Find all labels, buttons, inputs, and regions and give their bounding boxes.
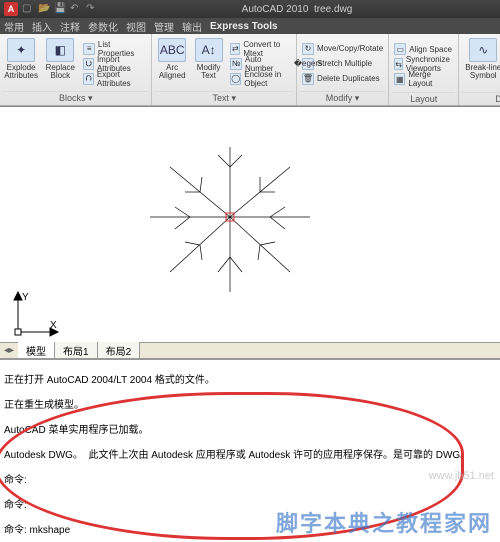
menu-item[interactable]: 视图 xyxy=(126,19,146,34)
export-icon: ⮉ xyxy=(83,73,93,85)
ribbon-panel-layout: ▭Align Space ⇆Synchronize Viewports ▦Mer… xyxy=(389,34,459,105)
qat-undo-icon[interactable]: ↶ xyxy=(70,3,82,15)
explode-icon: ✦ xyxy=(7,38,35,62)
align-space-button[interactable]: ▭Align Space xyxy=(392,42,455,56)
menu-item-active[interactable]: Express Tools xyxy=(210,21,278,32)
list-icon: ≡ xyxy=(83,43,94,55)
qat-redo-icon[interactable]: ↷ xyxy=(86,3,98,15)
arc-text-icon: ABC xyxy=(158,38,186,62)
menubar: 常用 插入 注释 参数化 视图 管理 输出 Express Tools xyxy=(0,18,500,34)
panel-title: Draw xyxy=(462,92,500,105)
ribbon-panel-text: ABCArcAligned A↕ModifyText ⇄Convert to M… xyxy=(152,34,296,105)
cmd-line: AutoCAD 菜单实用程序已加载。 xyxy=(4,425,496,438)
panel-title[interactable]: Blocks ▾ xyxy=(3,91,148,105)
stretch-icon: �egers xyxy=(302,58,314,70)
mcr-icon: ↻ xyxy=(302,43,314,55)
watermark-text: 脚字本典之教程家网 xyxy=(276,506,492,538)
ribbon: ✦ExplodeAttributes ◧ReplaceBlock ≡List P… xyxy=(0,34,500,106)
tab-model[interactable]: 模型 xyxy=(18,342,55,359)
ribbon-panel-draw: ∿Break-lineSymbol ▤SuperHatch Draw xyxy=(459,34,500,105)
panel-title[interactable]: Modify ▾ xyxy=(300,91,385,105)
import-attributes-button[interactable]: ⮋Import Attributes xyxy=(81,57,148,71)
titlebar: A ▢ 📂 💾 ↶ ↷ AutoCAD 2010 tree.dwg xyxy=(0,0,500,18)
app-logo[interactable]: A xyxy=(4,2,18,16)
ucs-icon: Y X xyxy=(10,290,60,340)
watermark-url: www.jb51.net xyxy=(429,470,494,482)
mtext-icon: ⇄ xyxy=(230,43,240,55)
tree-shape-drawing xyxy=(140,137,320,297)
delete-icon: 🗑 xyxy=(302,73,314,85)
qat-open-icon[interactable]: 📂 xyxy=(38,3,50,15)
menu-item[interactable]: 参数化 xyxy=(88,19,118,34)
qat-new-icon[interactable]: ▢ xyxy=(22,3,34,15)
arc-aligned-button[interactable]: ABCArcAligned xyxy=(155,36,188,91)
menu-item[interactable]: 输出 xyxy=(182,19,202,34)
svg-text:Y: Y xyxy=(22,292,29,303)
menu-item[interactable]: 常用 xyxy=(4,19,24,34)
sync-icon: ⇆ xyxy=(394,58,403,70)
ribbon-panel-blocks: ✦ExplodeAttributes ◧ReplaceBlock ≡List P… xyxy=(0,34,152,105)
panel-title: Layout xyxy=(392,92,455,105)
menu-item[interactable]: 管理 xyxy=(154,19,174,34)
modify-text-button[interactable]: A↕ModifyText xyxy=(192,36,225,91)
drawing-area[interactable]: Y X ◂▸ 模型 布局1 布局2 xyxy=(0,106,500,358)
cmd-line: 正在打开 AutoCAD 2004/LT 2004 格式的文件。 xyxy=(4,375,496,388)
panel-title[interactable]: Text ▾ xyxy=(155,91,292,105)
cmd-line: Autodesk DWG。 此文件上次由 Autodesk 应用程序或 Auto… xyxy=(4,450,496,463)
layout-tabs: ◂▸ 模型 布局1 布局2 xyxy=(0,342,500,358)
window-title: AutoCAD 2010 tree.dwg xyxy=(98,4,496,15)
quick-access-toolbar: ▢ 📂 💾 ↶ ↷ xyxy=(22,3,98,15)
merge-icon: ▦ xyxy=(394,73,405,85)
move-copy-rotate-button[interactable]: ↻Move/Copy/Rotate xyxy=(300,42,385,56)
export-attributes-button[interactable]: ⮉Export Attributes xyxy=(81,72,148,86)
breakline-symbol-button[interactable]: ∿Break-lineSymbol xyxy=(462,36,500,92)
number-icon: № xyxy=(230,58,242,70)
tab-layout1[interactable]: 布局1 xyxy=(55,342,98,359)
align-icon: ▭ xyxy=(394,43,406,55)
ribbon-panel-modify: ↻Move/Copy/Rotate �egersStretch Multiple… xyxy=(297,34,389,105)
merge-layout-button[interactable]: ▦Merge Layout xyxy=(392,72,455,86)
modify-text-icon: A↕ xyxy=(195,38,223,62)
cmd-line: 正在重生成模型。 xyxy=(4,400,496,413)
replace-block-button[interactable]: ◧ReplaceBlock xyxy=(42,36,78,91)
tab-layout2[interactable]: 布局2 xyxy=(98,342,141,359)
import-icon: ⮋ xyxy=(83,58,94,70)
replace-block-icon: ◧ xyxy=(46,38,74,62)
explode-attributes-button[interactable]: ✦ExplodeAttributes xyxy=(3,36,39,91)
breakline-icon: ∿ xyxy=(469,38,497,62)
convert-mtext-button[interactable]: ⇄Convert to Mtext xyxy=(228,42,293,56)
stretch-multiple-button[interactable]: �egersStretch Multiple xyxy=(300,57,385,71)
sync-viewports-button[interactable]: ⇆Synchronize Viewports xyxy=(392,57,455,71)
svg-text:X: X xyxy=(50,320,57,331)
qat-save-icon[interactable]: 💾 xyxy=(54,3,66,15)
enclose-object-button[interactable]: ◯Enclose in Object xyxy=(228,72,293,86)
enclose-icon: ◯ xyxy=(230,73,241,85)
delete-duplicates-button[interactable]: 🗑Delete Duplicates xyxy=(300,72,385,86)
menu-item[interactable]: 注释 xyxy=(60,19,80,34)
auto-number-button[interactable]: №Auto Number xyxy=(228,57,293,71)
tab-nav-icon[interactable]: ◂▸ xyxy=(0,345,18,356)
menu-item[interactable]: 插入 xyxy=(32,19,52,34)
cmd-line: 命令: xyxy=(4,475,496,488)
list-properties-button[interactable]: ≡List Properties xyxy=(81,42,148,56)
